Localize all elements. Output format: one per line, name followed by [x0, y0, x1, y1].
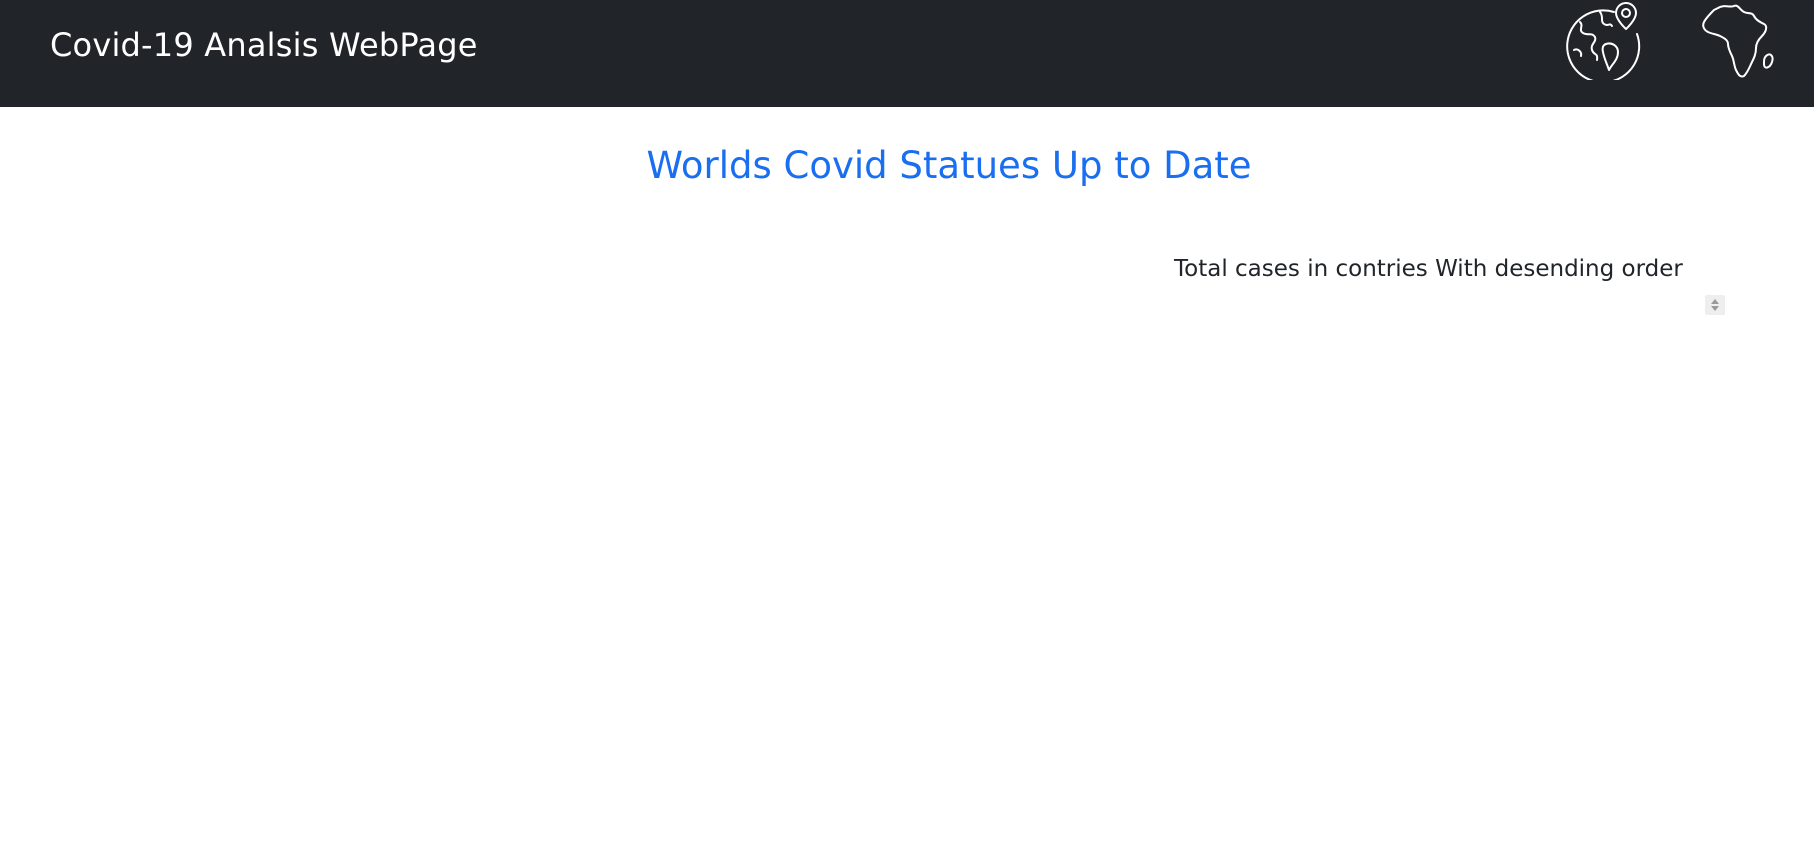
section-title: Total cases in contries With desending o…: [1174, 256, 1683, 282]
page-title: Worlds Covid Statues Up to Date: [646, 144, 1252, 187]
navbar: Covid-19 Analsis WebPage: [0, 0, 1814, 107]
africa-map-icon[interactable]: [1698, 0, 1778, 84]
globe-location-icon[interactable]: [1562, 0, 1642, 84]
brand-link[interactable]: Covid-19 Analsis WebPage: [50, 26, 478, 64]
sort-down-icon: [1711, 306, 1719, 311]
sort-icon[interactable]: [1705, 295, 1725, 315]
sort-up-icon: [1711, 299, 1719, 304]
